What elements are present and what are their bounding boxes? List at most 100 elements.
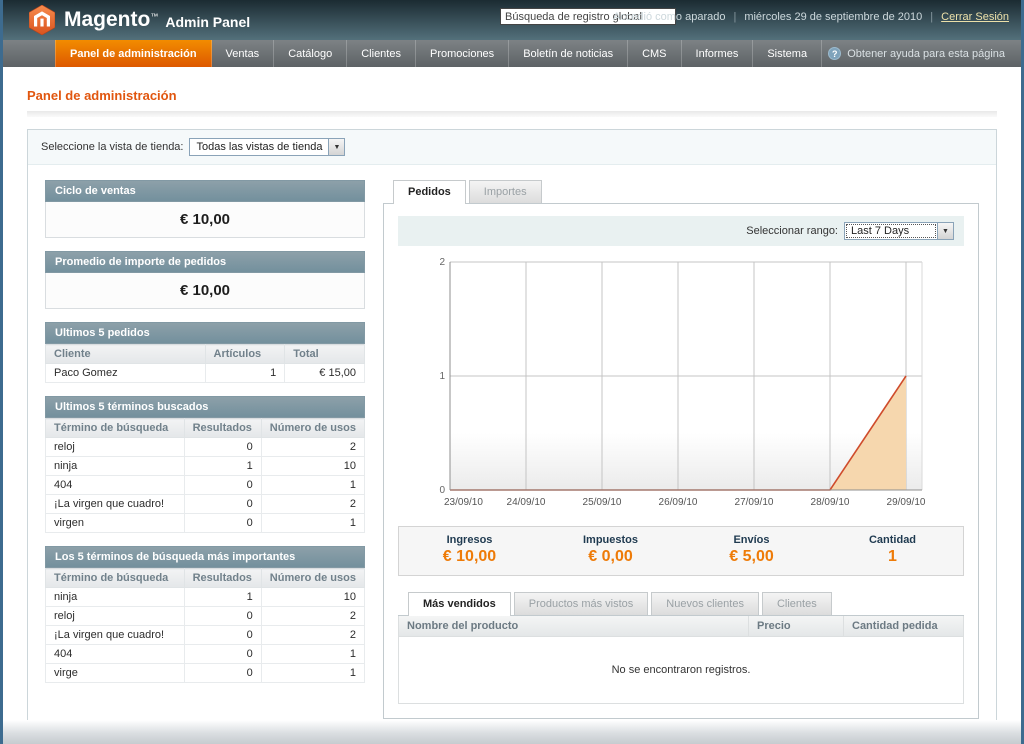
top-header: Magento™ Admin Panel Accedió como aparad…	[3, 0, 1021, 40]
table-cell: 1	[205, 364, 285, 383]
x-tick-label: 27/09/10	[735, 497, 774, 508]
table-cell: 0	[184, 495, 261, 514]
title-divider	[27, 111, 997, 117]
report-table-head: ClienteArtículosTotal	[46, 345, 365, 364]
summary-card-title: Promedio de importe de pedidos	[45, 251, 365, 273]
table-cell: 1	[261, 476, 364, 495]
table-cell: 1	[261, 514, 364, 533]
table-cell: 0	[184, 514, 261, 533]
help-link[interactable]: ? Obtener ayuda para esta página	[828, 40, 1021, 67]
report-table: Término de búsquedaResultadosNúmero de u…	[45, 418, 365, 533]
tab-mas-vendidos[interactable]: Más vendidos	[408, 592, 511, 616]
range-label: Seleccionar rango:	[746, 225, 838, 237]
table-row[interactable]: reloj02	[46, 607, 365, 626]
nav-item-informes[interactable]: Informes	[682, 40, 754, 67]
table-row[interactable]: virgen01	[46, 514, 365, 533]
tab-pedidos[interactable]: Pedidos	[393, 180, 466, 204]
magento-logo-icon	[29, 5, 55, 35]
total-ingresos: Ingresos€ 10,00	[399, 527, 540, 575]
total-label: Impuestos	[540, 534, 681, 546]
report-table-body: ninja110reloj02¡La virgen que cuadro!024…	[46, 588, 365, 683]
table-cell: ninja	[46, 457, 185, 476]
table-cell: 2	[261, 438, 364, 457]
table-row[interactable]: ninja110	[46, 457, 365, 476]
x-tick-label: 25/09/10	[583, 497, 622, 508]
nav-item-boletin-de-noticias[interactable]: Boletín de noticias	[509, 40, 628, 67]
y-tick-label: 1	[439, 371, 445, 382]
table-cell: 404	[46, 476, 185, 495]
table-cell: ¡La virgen que cuadro!	[46, 626, 185, 645]
table-cell: 2	[261, 495, 364, 514]
nav-item-cms[interactable]: CMS	[628, 40, 681, 67]
table-cell: 0	[184, 645, 261, 664]
table-row[interactable]: ninja110	[46, 588, 365, 607]
table-row[interactable]: 40401	[46, 645, 365, 664]
table-cell: 1	[261, 664, 364, 683]
total-label: Envíos	[681, 534, 822, 546]
trademark-symbol: ™	[150, 12, 158, 21]
report-table: ClienteArtículosTotalPaco Gomez1€ 15,00	[45, 344, 365, 383]
nav-item-ventas[interactable]: Ventas	[212, 40, 275, 67]
column-header: Resultados	[184, 569, 261, 588]
table-cell: 0	[184, 476, 261, 495]
main-nav: Panel de administraciónVentasCatálogoCli…	[3, 40, 1021, 67]
session-info: Accedió como aparado | miércoles 29 de s…	[613, 11, 1009, 23]
range-select[interactable]: Last 7 Days ▼	[844, 222, 954, 240]
table-row[interactable]: Paco Gomez1€ 15,00	[46, 364, 365, 383]
store-switcher: Seleccione la vista de tienda: Todas las…	[28, 130, 996, 165]
total-value: € 0,00	[540, 548, 681, 566]
tab-clientes[interactable]: Clientes	[762, 592, 832, 615]
logout-link[interactable]: Cerrar Sesión	[941, 11, 1009, 23]
header-row: Término de búsquedaResultadosNúmero de u…	[46, 419, 365, 438]
table-cell: 1	[261, 645, 364, 664]
summary-card: Ciclo de ventas€ 10,00	[45, 180, 365, 238]
table-cell: virgen	[46, 514, 185, 533]
column-header: Número de usos	[261, 569, 364, 588]
table-cell: 2	[261, 626, 364, 645]
report-table-body: Paco Gomez1€ 15,00	[46, 364, 365, 383]
column-header: Cantidad pedida	[844, 616, 964, 637]
column-header: Resultados	[184, 419, 261, 438]
nav-item-clientes[interactable]: Clientes	[347, 40, 416, 67]
table-cell: 0	[184, 664, 261, 683]
nav-item-sistema[interactable]: Sistema	[753, 40, 822, 67]
summary-card-value: € 10,00	[45, 202, 365, 238]
left-column: Ciclo de ventas€ 10,00 Promedio de import…	[45, 180, 365, 719]
table-row[interactable]: ¡La virgen que cuadro!02	[46, 626, 365, 645]
tab-nuevos-clientes[interactable]: Nuevos clientes	[651, 592, 759, 615]
table-row[interactable]: reloj02	[46, 438, 365, 457]
nav-items: Panel de administraciónVentasCatálogoCli…	[55, 40, 822, 67]
x-tick-label: 29/09/10	[887, 497, 926, 508]
total-impuestos: Impuestos € 0,00	[540, 527, 681, 575]
nav-item-catalogo[interactable]: Catálogo	[274, 40, 347, 67]
table-cell: reloj	[46, 607, 185, 626]
page-title: Panel de administración	[27, 88, 997, 103]
x-tick-label: 24/09/10	[507, 497, 546, 508]
column-header: Número de usos	[261, 419, 364, 438]
table-row[interactable]: 40401	[46, 476, 365, 495]
tab-importes[interactable]: Importes	[469, 180, 542, 203]
logged-in-as: Accedió como aparado	[613, 11, 726, 23]
table-cell: 1	[184, 457, 261, 476]
total-value: 1	[822, 548, 963, 566]
header-date: miércoles 29 de septiembre de 2010	[744, 11, 922, 23]
table-row[interactable]: ¡La virgen que cuadro!02	[46, 495, 365, 514]
table-cell: 0	[184, 626, 261, 645]
tab-productos-mas-vistos[interactable]: Productos más vistos	[514, 592, 649, 615]
report-card-ultimos-5-terminos-buscados: Ultimos 5 términos buscadosTérmino de bú…	[45, 396, 365, 533]
table-cell: ninja	[46, 588, 185, 607]
separator: |	[930, 11, 933, 23]
table-cell: virge	[46, 664, 185, 683]
products-tab-strip: Más vendidosProductos más vistosNuevos c…	[398, 592, 964, 616]
column-header: Total	[285, 345, 365, 364]
summary-card: Promedio de importe de pedidos€ 10,00	[45, 251, 365, 309]
table-cell: 10	[261, 588, 364, 607]
report-table-head: Término de búsquedaResultadosNúmero de u…	[46, 569, 365, 588]
table-row[interactable]: virge01	[46, 664, 365, 683]
nav-item-promociones[interactable]: Promociones	[416, 40, 509, 67]
nav-item-panel-de-administracion[interactable]: Panel de administración	[55, 40, 212, 67]
store-view-select[interactable]: Todas las vistas de tienda ▼	[189, 138, 345, 156]
table-cell: € 15,00	[285, 364, 365, 383]
report-table: Término de búsquedaResultadosNúmero de u…	[45, 568, 365, 683]
right-column: PedidosImportes Seleccionar rango: Last …	[383, 180, 979, 719]
